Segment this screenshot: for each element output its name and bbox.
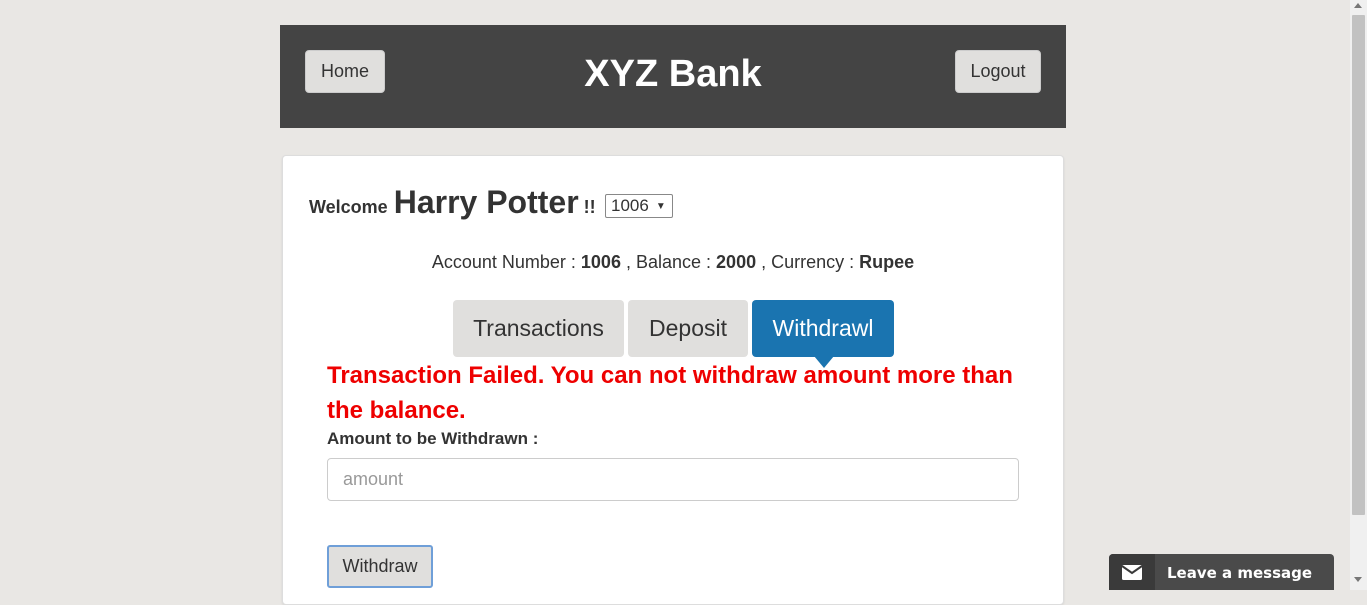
currency-label: , Currency : xyxy=(761,252,855,272)
balance-value: 2000 xyxy=(716,252,757,272)
account-panel: Welcome Harry Potter !! 1006 ▼ Account N… xyxy=(282,155,1064,605)
error-message: Transaction Failed. You can not withdraw… xyxy=(327,362,1013,424)
tab-transactions[interactable]: Transactions xyxy=(453,300,624,357)
amount-input[interactable] xyxy=(327,458,1019,501)
logout-button[interactable]: Logout xyxy=(955,50,1041,93)
tab-deposit[interactable]: Deposit xyxy=(628,300,748,357)
balance-label: , Balance : xyxy=(625,252,712,272)
scroll-up-arrow-icon[interactable] xyxy=(1354,3,1362,8)
scroll-down-arrow-icon[interactable] xyxy=(1354,577,1362,582)
tab-withdrawl[interactable]: Withdrawl xyxy=(752,300,894,357)
page-scrollbar[interactable] xyxy=(1350,0,1367,590)
bank-brand-title: XYZ Bank xyxy=(584,53,762,95)
scrollbar-thumb[interactable] xyxy=(1352,15,1365,515)
account-number-value: 1006 xyxy=(580,252,621,272)
amount-label: Amount to be Withdrawn : xyxy=(327,429,539,448)
account-number-label: Account Number : xyxy=(431,252,576,272)
welcome-suffix: !! xyxy=(583,197,596,217)
welcome-label: Welcome xyxy=(309,197,388,217)
account-select[interactable]: 1006 ▼ xyxy=(605,194,673,218)
customer-name: Harry Potter xyxy=(393,184,579,220)
withdraw-submit-button[interactable]: Withdraw xyxy=(327,545,433,588)
account-select-value: 1006 xyxy=(611,196,649,215)
dropdown-arrow-icon: ▼ xyxy=(655,200,666,212)
currency-value: Rupee xyxy=(859,252,915,272)
leave-message-widget[interactable]: Leave a message xyxy=(1109,554,1334,590)
welcome-line: Welcome Harry Potter !! xyxy=(309,184,596,221)
account-info: Account Number : 1006 , Balance : 2000 ,… xyxy=(283,252,1063,273)
top-header: Home XYZ Bank Logout xyxy=(280,25,1066,128)
envelope-icon xyxy=(1109,554,1155,590)
leave-message-label: Leave a message xyxy=(1167,564,1313,582)
